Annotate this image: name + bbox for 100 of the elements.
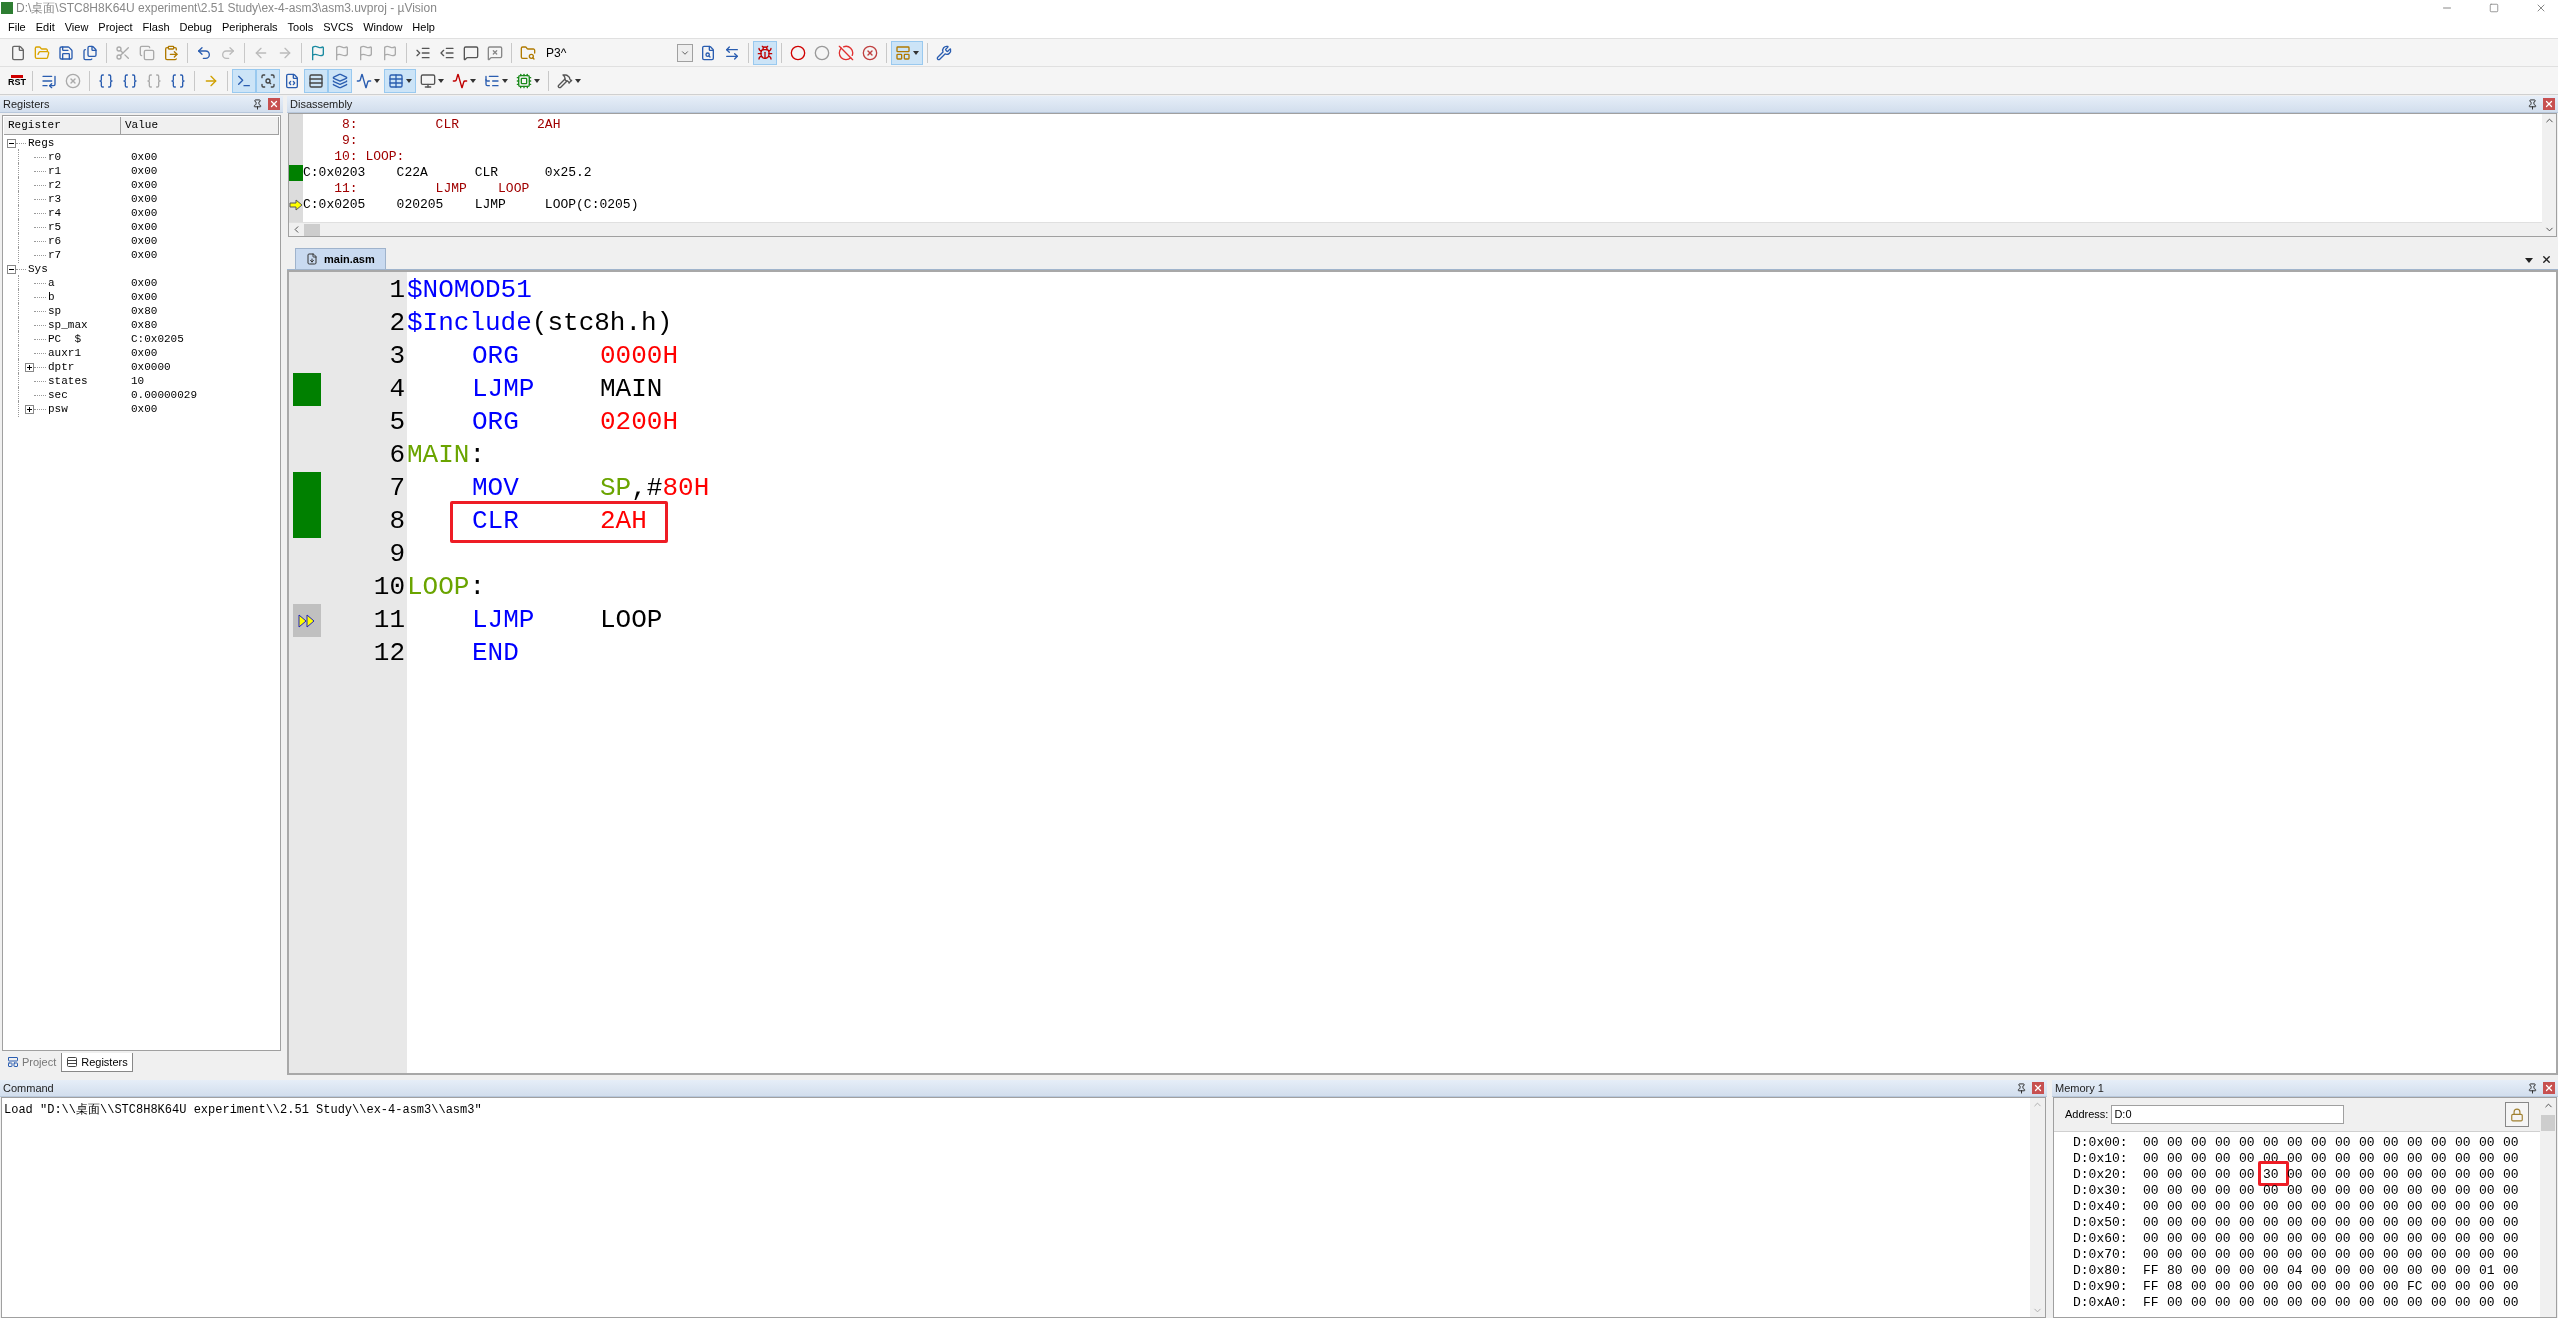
- memory-value: 00: [2359, 1199, 2375, 1215]
- pin-icon[interactable]: [2527, 98, 2538, 110]
- memory-value: FF: [2143, 1279, 2159, 1295]
- memory-value: 00: [2215, 1199, 2231, 1215]
- memory-value: 00: [2431, 1263, 2447, 1279]
- address-field[interactable]: D:0: [2111, 1105, 2345, 1124]
- register-value: 0x00: [131, 177, 158, 193]
- menu-item[interactable]: SVCS: [318, 18, 359, 36]
- memory-value: 00: [2143, 1199, 2159, 1215]
- memory-value: 00: [2407, 1135, 2423, 1151]
- memory-value: 00: [2287, 1199, 2303, 1215]
- register-value: 0x00: [131, 233, 158, 249]
- combo-value: P3^: [545, 44, 568, 62]
- memory-value: 00: [2311, 1215, 2327, 1231]
- breakpoint-icon: [790, 44, 806, 61]
- disassembly-button[interactable]: [256, 68, 280, 93]
- memory-value: 00: [2167, 1183, 2183, 1199]
- collapse-icon[interactable]: [7, 264, 16, 274]
- memory-value: 00: [2359, 1263, 2375, 1279]
- memory-value: 00: [2359, 1279, 2375, 1295]
- comment-icon: [463, 44, 479, 61]
- panel-tab[interactable]: Registers: [61, 1053, 133, 1072]
- memory-value: 00: [2311, 1199, 2327, 1215]
- circle-off-icon: [838, 44, 854, 61]
- register-group: Sys: [28, 260, 48, 278]
- memory-value: 00: [2215, 1167, 2231, 1183]
- registers-button[interactable]: [304, 68, 328, 93]
- pin-icon[interactable]: [252, 98, 263, 110]
- call-stack-button[interactable]: [328, 68, 352, 93]
- memory-value: 00: [2359, 1167, 2375, 1183]
- scrollbar-thumb[interactable]: [304, 223, 320, 236]
- memory-value: 00: [2383, 1215, 2399, 1231]
- disassembly-line: C:0x0205 020205 LJMP LOOP(C:0205): [303, 197, 639, 213]
- expand-icon[interactable]: [25, 404, 34, 414]
- memory-value: 00: [2455, 1167, 2471, 1183]
- memory-value: 00: [2503, 1135, 2519, 1151]
- column-header[interactable]: Value: [121, 117, 279, 134]
- window-button[interactable]: [891, 40, 923, 65]
- file-tab[interactable]: main.asm: [295, 248, 386, 269]
- memory-value: 00: [2311, 1183, 2327, 1199]
- memory-value: 00: [2455, 1183, 2471, 1199]
- menu-item[interactable]: Flash: [137, 18, 175, 36]
- tab-list-icon[interactable]: [2525, 258, 2533, 263]
- undo-icon: [196, 44, 212, 61]
- memory-value: 00: [2239, 1279, 2255, 1295]
- memory-value: 00: [2143, 1151, 2159, 1167]
- menu-item[interactable]: Debug: [174, 18, 217, 36]
- menu-item[interactable]: Tools: [282, 18, 319, 36]
- expand-icon[interactable]: [25, 362, 34, 372]
- wrench-icon: [936, 44, 952, 61]
- memory-value: 08: [2167, 1279, 2183, 1295]
- menu-item[interactable]: Edit: [30, 18, 60, 36]
- menu-item[interactable]: Peripherals: [216, 18, 283, 36]
- register-value: 0x00: [131, 401, 158, 417]
- collapse-icon[interactable]: [7, 138, 16, 148]
- arrows-icon: [724, 44, 740, 61]
- line-number: 9: [388, 538, 406, 571]
- memory-value: 00: [2287, 1151, 2303, 1167]
- debug-button[interactable]: [753, 40, 777, 65]
- memory-value: 30: [2263, 1167, 2279, 1183]
- memory-value: 00: [2311, 1295, 2327, 1311]
- menu-item[interactable]: View: [59, 18, 94, 36]
- memory-value: 00: [2383, 1295, 2399, 1311]
- scrollbar-thumb[interactable]: [2541, 1115, 2555, 1131]
- app-icon: [1, 2, 13, 14]
- memory-value: 00: [2359, 1215, 2375, 1231]
- menu-item[interactable]: File: [3, 18, 31, 36]
- memory-value: 00: [2383, 1167, 2399, 1183]
- memory-address: D:0x30:: [2073, 1182, 2129, 1201]
- memory-value: 00: [2431, 1295, 2447, 1311]
- memory-button[interactable]: [384, 68, 416, 93]
- register-value: 0x80: [131, 303, 158, 319]
- line-number: 11: [372, 604, 406, 637]
- column-header[interactable]: Register: [4, 117, 121, 134]
- reset-button[interactable]: RST: [6, 68, 28, 93]
- memory-value: 00: [2191, 1231, 2207, 1247]
- memory-value: 00: [2311, 1247, 2327, 1263]
- lock-button[interactable]: [2505, 1102, 2529, 1127]
- target-combo[interactable]: P3^: [543, 42, 693, 63]
- caret-icon: [374, 78, 380, 83]
- memory-value: 00: [2407, 1151, 2423, 1167]
- memory-value: 00: [2503, 1167, 2519, 1183]
- memory-value: 00: [2455, 1263, 2471, 1279]
- memory-value: 00: [2431, 1135, 2447, 1151]
- memory-value: 00: [2455, 1135, 2471, 1151]
- menu-item[interactable]: Help: [407, 18, 440, 36]
- pin-icon[interactable]: [2016, 1082, 2027, 1094]
- caret-icon: [406, 78, 412, 83]
- menu-item[interactable]: Project: [93, 18, 138, 36]
- menu-item[interactable]: Window: [358, 18, 408, 36]
- code-token: ,#: [631, 472, 663, 505]
- pin-icon[interactable]: [2527, 1082, 2538, 1094]
- serial-icon: [420, 72, 436, 89]
- memory-value: 00: [2503, 1263, 2519, 1279]
- register-value: 0x00: [131, 205, 158, 221]
- memory-value: 00: [2287, 1279, 2303, 1295]
- close-icon[interactable]: [2541, 254, 2552, 265]
- memory-value: 00: [2167, 1215, 2183, 1231]
- terminal-button[interactable]: [232, 68, 256, 93]
- step-out-icon: [146, 72, 162, 89]
